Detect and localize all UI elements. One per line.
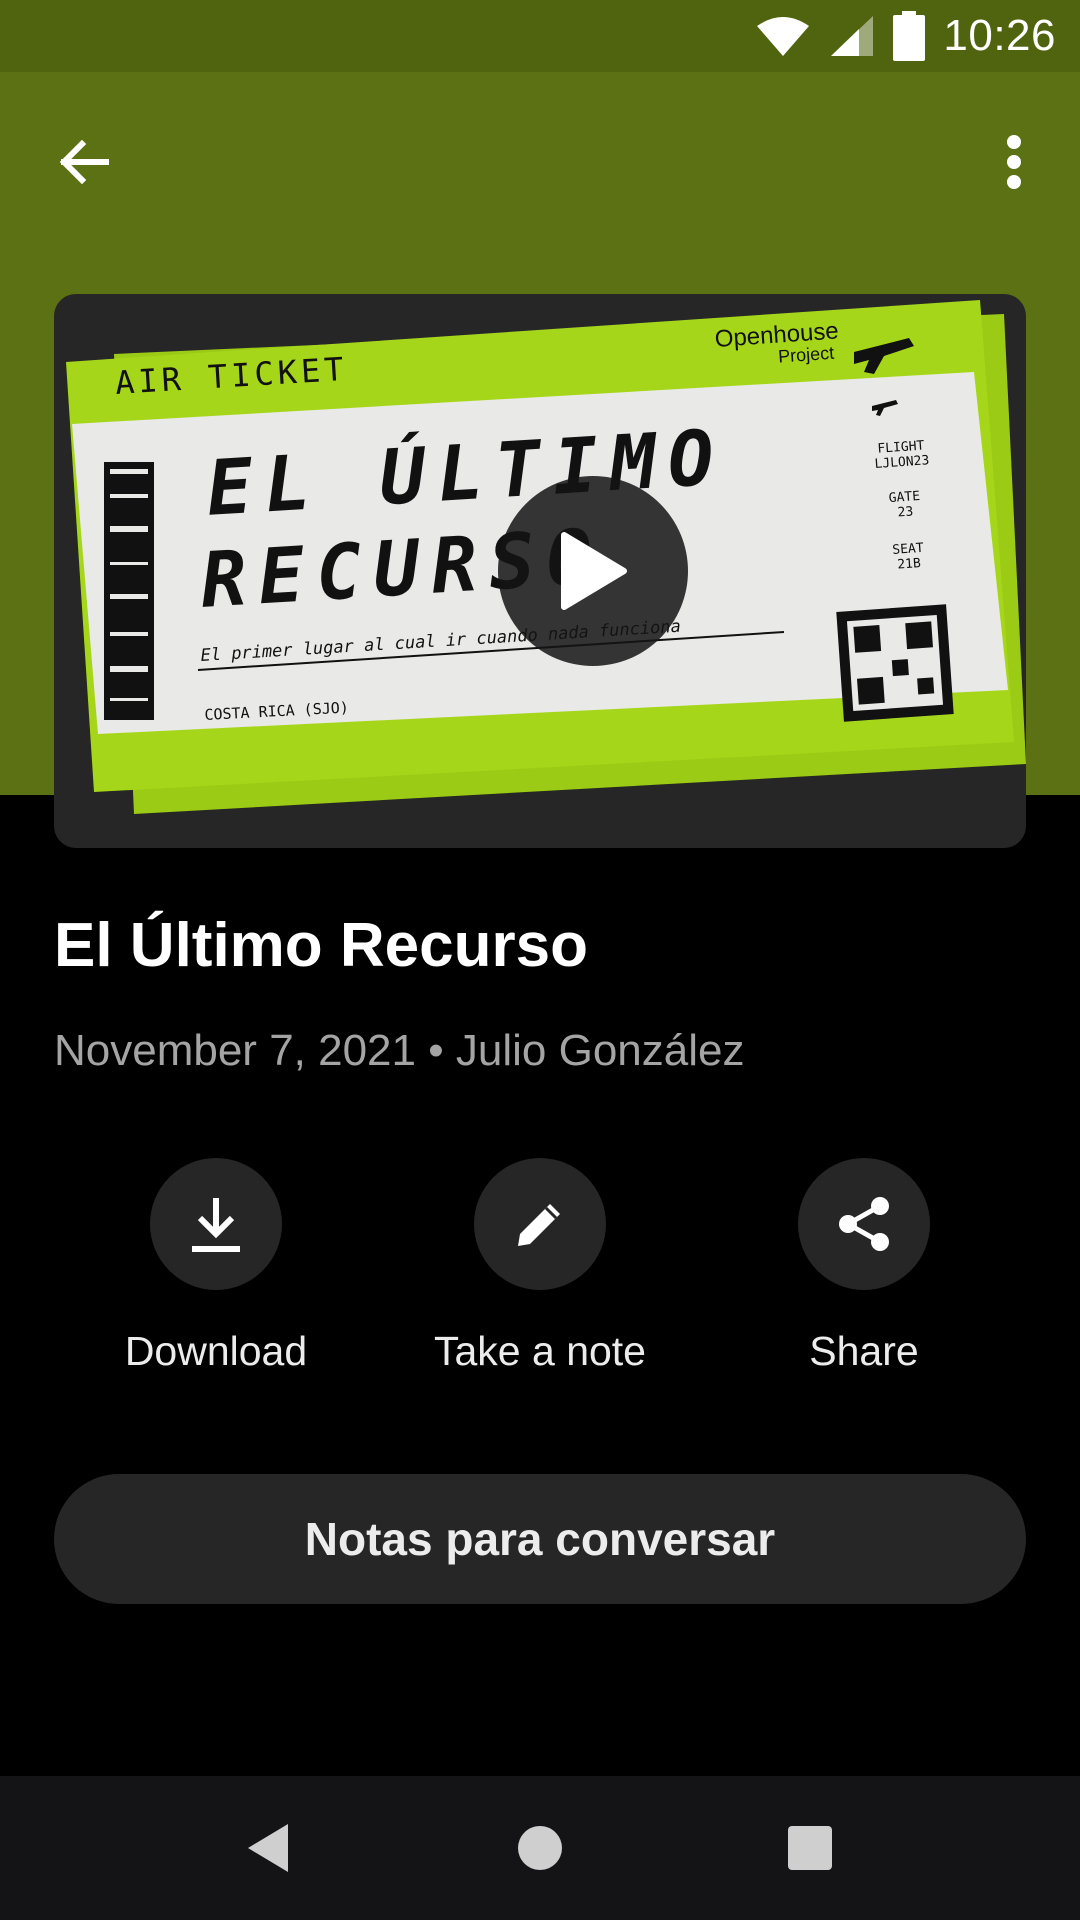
barcode [104, 462, 154, 720]
episode-date: November 7, 2021 [54, 1026, 416, 1075]
note-label: Take a note [434, 1328, 646, 1374]
download-button[interactable]: Download [86, 1158, 346, 1388]
status-icons: 10:26 [755, 0, 1056, 72]
nav-home-icon [518, 1826, 562, 1870]
qr-code [836, 604, 954, 722]
back-button[interactable] [46, 124, 122, 200]
nav-home-button[interactable] [500, 1808, 580, 1888]
take-note-button[interactable]: Take a note [410, 1158, 670, 1388]
share-button[interactable]: Share [734, 1158, 994, 1388]
signal-icon [831, 16, 874, 56]
share-circle[interactable] [798, 1158, 930, 1290]
status-bar: 10:26 [0, 0, 1080, 72]
more-options-button[interactable] [976, 124, 1052, 200]
download-circle[interactable] [150, 1158, 282, 1290]
brand-openhouse: Openhouse Project [714, 317, 841, 370]
nav-back-icon [248, 1824, 288, 1872]
nav-recents-icon [788, 1826, 832, 1870]
episode-meta: November 7, 2021 • Julio González [54, 1026, 744, 1076]
brand-bottom: Project [777, 342, 835, 367]
note-circle[interactable] [474, 1158, 606, 1290]
episode-author: Julio González [455, 1026, 745, 1075]
pencil-icon [518, 1204, 560, 1246]
flight-info: FLIGHT LJLON23 GATE 23 SEAT 21B [856, 437, 955, 575]
meta-separator: • [428, 1026, 444, 1075]
share-label: Share [809, 1328, 919, 1374]
share-icon [839, 1197, 889, 1251]
arrow-left-icon [59, 139, 109, 185]
episode-artwork[interactable]: AIR TICKET EL ÚLTIMO RECURSO El primer l… [54, 294, 1026, 848]
download-label: Download [124, 1328, 308, 1374]
app-bar [0, 72, 1080, 240]
clock: 10:26 [943, 11, 1056, 60]
battery-icon [893, 11, 926, 61]
episode-title: El Último Recurso [54, 911, 588, 980]
play-button[interactable] [498, 476, 688, 666]
nav-recents-button[interactable] [770, 1808, 850, 1888]
download-icon [192, 1198, 240, 1252]
play-icon [561, 532, 627, 610]
nav-back-button[interactable] [228, 1808, 308, 1888]
notes-button[interactable]: Notas para conversar [54, 1474, 1026, 1604]
system-nav-bar [0, 1776, 1080, 1920]
more-vert-icon [1007, 135, 1021, 189]
wifi-icon [757, 17, 810, 56]
